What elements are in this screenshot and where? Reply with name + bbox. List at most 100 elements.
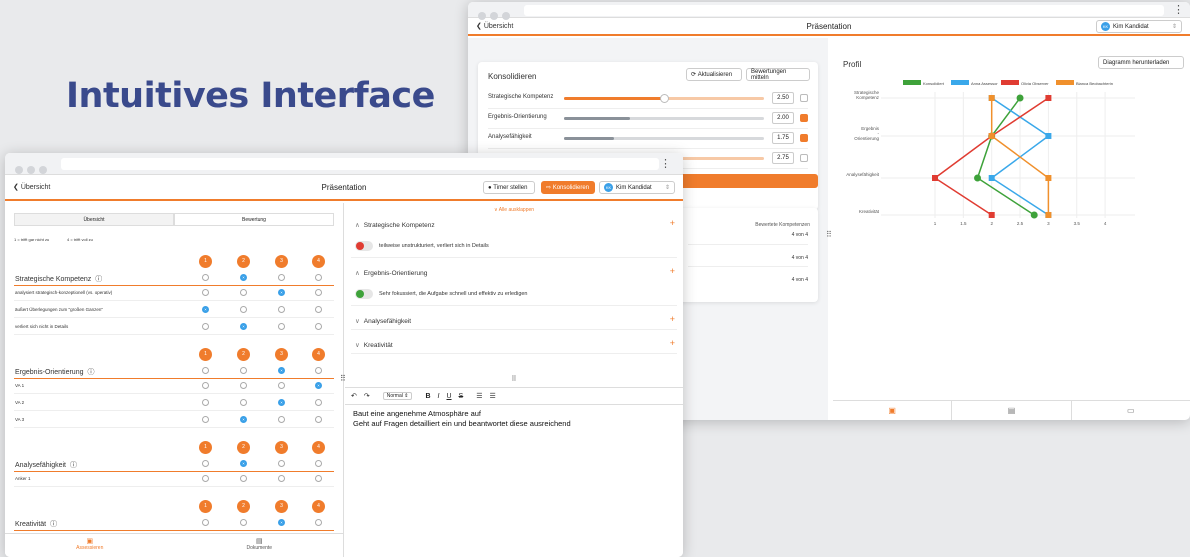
url-bar[interactable]: [524, 5, 1164, 16]
download-chart-button[interactable]: Diagramm herunterladen: [1098, 56, 1184, 69]
rating-radio[interactable]: [202, 289, 209, 296]
kons-value-field[interactable]: 2.75: [772, 152, 794, 164]
rating-radio[interactable]: [202, 323, 209, 330]
rating-radio[interactable]: [202, 306, 209, 313]
rating-radio[interactable]: [240, 274, 247, 281]
redo-icon[interactable]: ↷: [364, 392, 370, 400]
style-select[interactable]: Normal ⇕: [382, 392, 413, 400]
rating-radio[interactable]: [240, 306, 247, 313]
info-icon[interactable]: ⓘ: [95, 276, 102, 283]
rating-radio[interactable]: [202, 399, 209, 406]
kons-value-field[interactable]: 1.75: [772, 132, 794, 144]
rating-radio[interactable]: [315, 460, 322, 467]
splitter-handle-icon[interactable]: ⠿: [826, 230, 832, 239]
rating-radio[interactable]: [202, 519, 209, 526]
documents-tab[interactable]: ▤ Dokumente: [175, 534, 344, 557]
rating-radio[interactable]: [202, 416, 209, 423]
rating-radio[interactable]: [315, 416, 322, 423]
undo-icon[interactable]: ↶: [351, 392, 357, 400]
editor-content[interactable]: Baut eine angenehme Atmosphäre auf Geht …: [353, 409, 571, 429]
rating-radio[interactable]: [240, 367, 247, 374]
front-splitter-handle-icon[interactable]: ⠿: [340, 374, 346, 383]
kons-value-field[interactable]: 2.00: [772, 112, 794, 124]
rating-radio[interactable]: [240, 382, 247, 389]
rating-radio[interactable]: [240, 416, 247, 423]
kons-checkbox[interactable]: [800, 134, 808, 142]
rating-radio[interactable]: [315, 367, 322, 374]
kons-value-field[interactable]: 2.50: [772, 92, 794, 104]
candidate-select[interactable]: KK Kim Kandidat ⇕: [1096, 20, 1182, 33]
plus-icon[interactable]: +: [670, 218, 675, 228]
rating-radio[interactable]: [202, 367, 209, 374]
slider-thumb[interactable]: [660, 94, 669, 103]
info-icon[interactable]: ⓘ: [87, 369, 94, 376]
rating-radio[interactable]: [315, 289, 322, 296]
rating-radio[interactable]: [240, 289, 247, 296]
rating-radio[interactable]: [278, 460, 285, 467]
kons-checkbox[interactable]: [800, 154, 808, 162]
rating-radio[interactable]: [278, 367, 285, 374]
timer-button[interactable]: ● Timer stellen: [483, 181, 535, 194]
rating-radio[interactable]: [315, 519, 322, 526]
section-header[interactable]: ∨ Analysefähigkeit: [355, 317, 411, 325]
rating-radio[interactable]: [202, 475, 209, 482]
rating-radio[interactable]: [278, 289, 285, 296]
rating-radio[interactable]: [315, 382, 322, 389]
kebab-menu-icon[interactable]: ⋮: [1173, 3, 1184, 16]
section-header[interactable]: ∧ Strategische Kompetenz: [355, 221, 435, 229]
scale-number-badge: 4: [312, 441, 325, 454]
collapse-all-link[interactable]: ∨ Alle ausklappen: [345, 207, 683, 213]
rating-radio[interactable]: [278, 306, 285, 313]
rating-radio[interactable]: [240, 475, 247, 482]
kons-checkbox[interactable]: [800, 114, 808, 122]
rating-radio[interactable]: [202, 460, 209, 467]
strikethrough-icon[interactable]: S: [459, 393, 464, 400]
ordered-list-icon[interactable]: ☰: [476, 392, 482, 400]
rating-toggle[interactable]: [355, 289, 373, 299]
underline-icon[interactable]: U: [446, 393, 451, 400]
comments-tab-icon[interactable]: ▭: [1072, 401, 1190, 420]
bullet-list-icon[interactable]: ☰: [490, 392, 496, 400]
average-button[interactable]: Bewertungen mitteln: [746, 68, 810, 81]
rating-radio[interactable]: [315, 475, 322, 482]
rating-radio[interactable]: [278, 399, 285, 406]
rating-radio[interactable]: [278, 323, 285, 330]
url-bar-front[interactable]: [61, 158, 659, 170]
editor-drag-handle-icon[interactable]: ⠿: [345, 375, 683, 383]
plus-icon[interactable]: +: [670, 314, 675, 324]
assess-tab-icon[interactable]: ▣: [833, 401, 953, 420]
section-header[interactable]: ∧ Ergebnis-Orientierung: [355, 269, 427, 277]
plus-icon[interactable]: +: [670, 338, 675, 348]
tab-rating[interactable]: Bewertung: [174, 213, 334, 226]
documents-tab-icon[interactable]: ▤: [952, 401, 1072, 420]
rating-radio[interactable]: [240, 399, 247, 406]
info-icon[interactable]: ⓘ: [70, 462, 77, 469]
rating-radio[interactable]: [240, 323, 247, 330]
rating-toggle[interactable]: [355, 241, 373, 251]
rating-radio[interactable]: [278, 475, 285, 482]
rating-radio[interactable]: [278, 382, 285, 389]
rating-radio[interactable]: [315, 323, 322, 330]
kebab-menu-icon-front[interactable]: ⋮: [660, 157, 671, 170]
rating-radio[interactable]: [202, 382, 209, 389]
kons-checkbox[interactable]: [800, 94, 808, 102]
rating-radio[interactable]: [240, 519, 247, 526]
rating-radio[interactable]: [315, 399, 322, 406]
rating-radio[interactable]: [240, 460, 247, 467]
tab-overview[interactable]: Übersicht: [14, 213, 174, 226]
update-button[interactable]: ⟳ Aktualisieren: [686, 68, 742, 81]
rating-radio[interactable]: [278, 274, 285, 281]
section-header[interactable]: ∨ Kreativität: [355, 341, 393, 349]
rating-radio[interactable]: [315, 306, 322, 313]
candidate-select-front[interactable]: KK Kim Kandidat ⇕: [599, 181, 675, 194]
italic-icon[interactable]: I: [438, 393, 440, 400]
assess-tab[interactable]: ▣ Assessieren: [5, 534, 175, 557]
rating-radio[interactable]: [315, 274, 322, 281]
rating-radio[interactable]: [202, 274, 209, 281]
info-icon[interactable]: ⓘ: [50, 521, 57, 528]
plus-icon[interactable]: +: [670, 266, 675, 276]
rating-radio[interactable]: [278, 519, 285, 526]
bold-icon[interactable]: B: [425, 393, 430, 400]
konsolidieren-button[interactable]: ⇨ Konsolidieren: [541, 181, 595, 194]
rating-radio[interactable]: [278, 416, 285, 423]
